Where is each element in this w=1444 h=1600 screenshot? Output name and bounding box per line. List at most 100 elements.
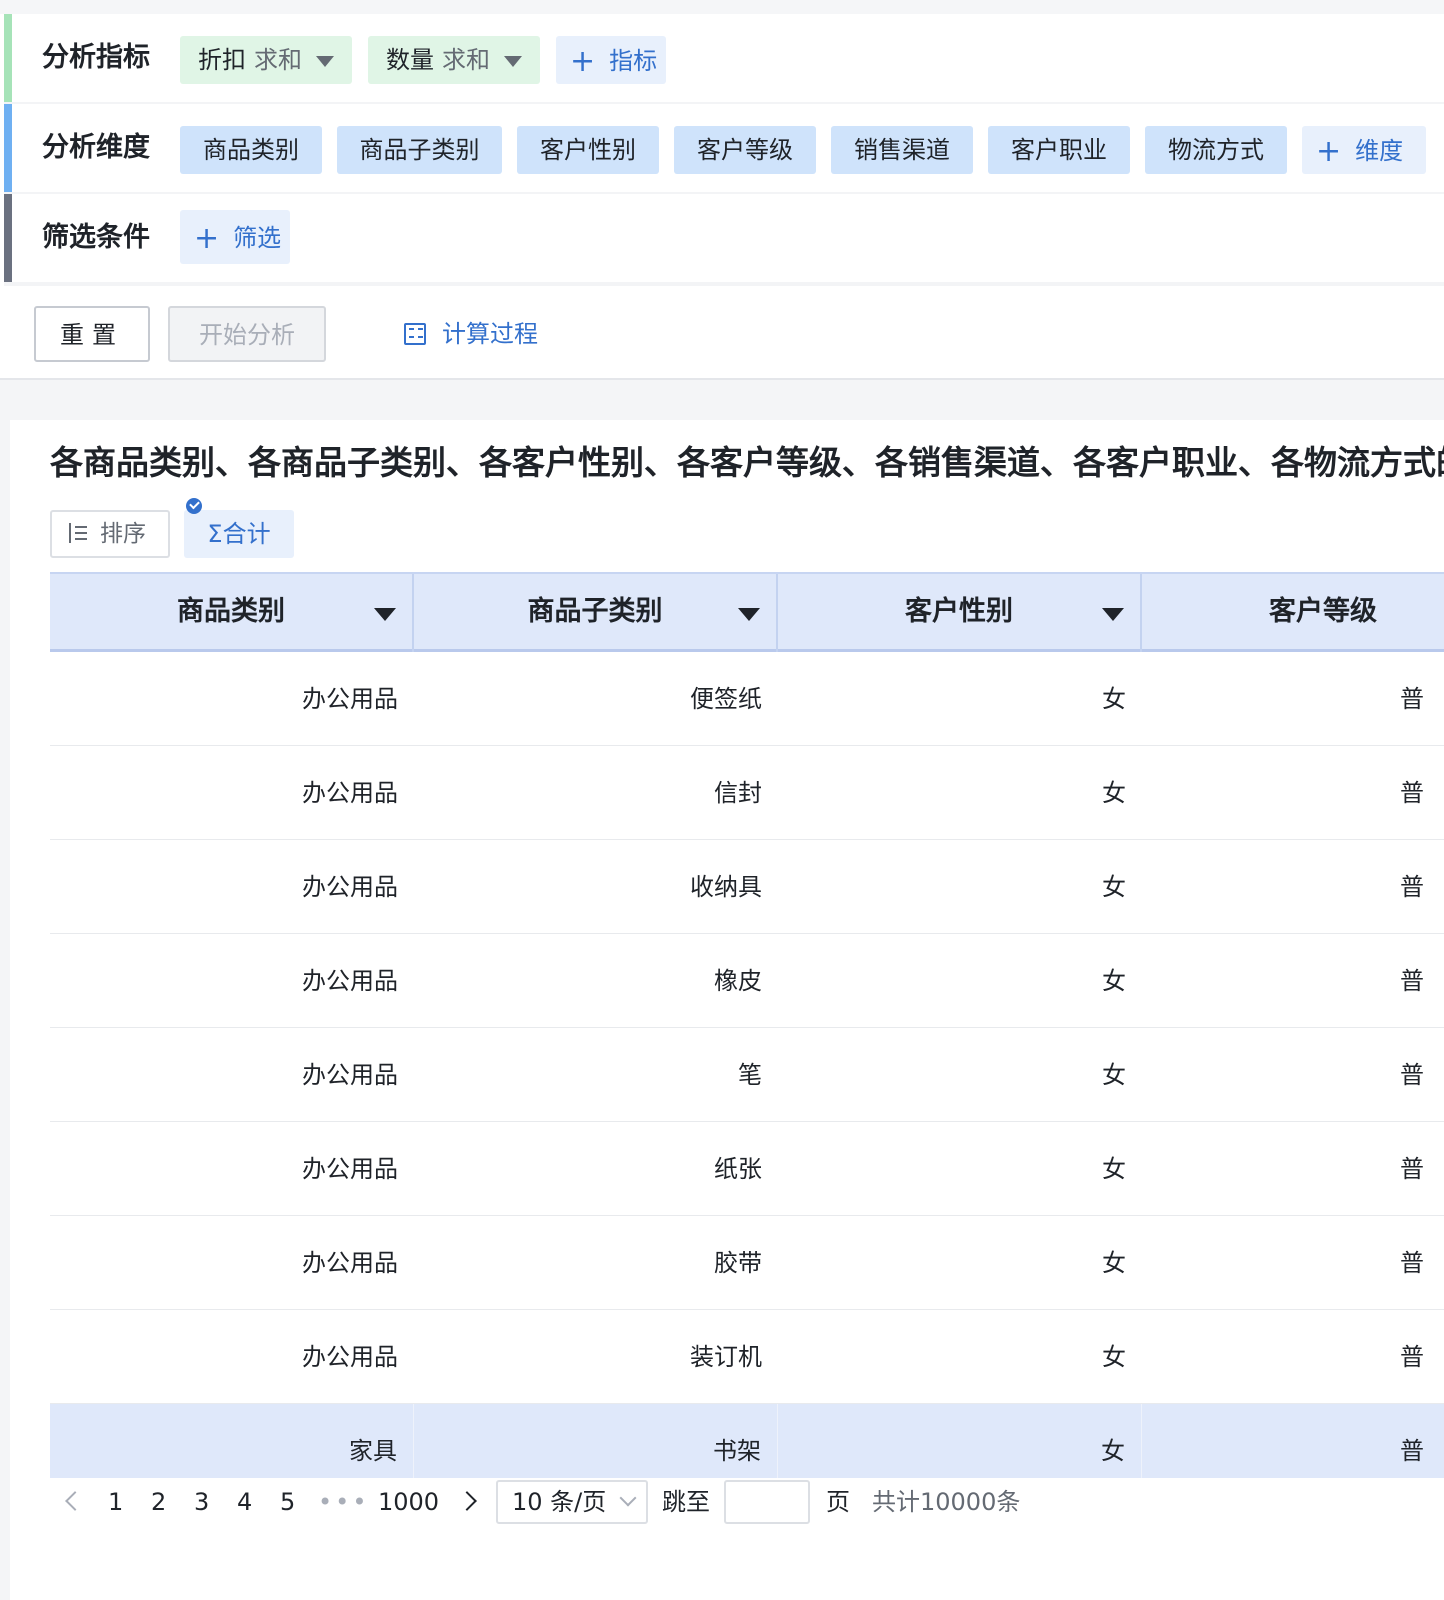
- table-row[interactable]: 家具 书架女 普: [50, 1404, 1444, 1478]
- panel-divider: [0, 378, 1444, 380]
- table-cell: 笔: [738, 1061, 762, 1089]
- total-label: Σ合计: [207, 520, 271, 548]
- dimension-chip[interactable]: 客户性别: [517, 126, 659, 174]
- sort-icon: [66, 523, 88, 543]
- start-analysis-button[interactable]: 开始分析: [168, 306, 326, 362]
- table-cell: 普: [1400, 967, 1424, 995]
- table-cell: 女: [1102, 967, 1126, 995]
- plus-icon: +: [1316, 134, 1342, 169]
- table-cell: 书架: [414, 1404, 778, 1478]
- add-dimension-button[interactable]: + 维度: [1302, 126, 1426, 174]
- top-strip: [0, 0, 1444, 14]
- page-number[interactable]: 4: [237, 1480, 252, 1524]
- check-icon: [186, 498, 202, 514]
- table-cell: 女: [1102, 779, 1126, 807]
- sort-label: 排序: [100, 521, 146, 547]
- table-row[interactable]: 办公用品 信封 女 普: [50, 746, 1444, 840]
- calculation-process-link[interactable]: 计算过程: [404, 306, 538, 362]
- table-cell: 纸张: [714, 1155, 762, 1183]
- dimension-chip[interactable]: 物流方式: [1145, 126, 1287, 174]
- table-cell: 女: [778, 1404, 1142, 1478]
- filters-row: 筛选条件 + 筛选: [4, 194, 1444, 282]
- table-row[interactable]: 办公用品 橡皮 女 普: [50, 934, 1444, 1028]
- page-ellipsis[interactable]: •••: [318, 1480, 369, 1524]
- dimension-chip[interactable]: 销售渠道: [831, 126, 973, 174]
- table-cell: 办公用品: [302, 1343, 398, 1371]
- table-cell: 普: [1400, 1404, 1444, 1478]
- column-header[interactable]: 客户性别: [778, 574, 1142, 652]
- metric-chip-discount[interactable]: 折扣 求和: [180, 36, 352, 84]
- page-number-last[interactable]: 1000: [378, 1480, 439, 1524]
- caret-down-icon[interactable]: [504, 56, 522, 67]
- table-cell: 办公用品: [302, 1061, 398, 1089]
- metrics-row: 分析指标 折扣 求和 数量 求和 + 指标: [4, 14, 1444, 102]
- plus-icon: +: [194, 221, 220, 256]
- column-header[interactable]: 商品类别: [50, 574, 414, 652]
- table-header: 商品类别 商品子类别 客户性别 客户等级: [50, 572, 1444, 652]
- caret-down-icon[interactable]: [316, 56, 334, 67]
- metric-name: 折扣: [198, 46, 246, 74]
- metric-aggregation: 求和: [442, 46, 490, 74]
- table-row[interactable]: 办公用品 收纳具 女 普: [50, 840, 1444, 934]
- column-header-label: 客户等级: [1269, 596, 1377, 627]
- chevron-down-icon: [619, 1489, 637, 1507]
- table-row[interactable]: 办公用品 胶带 女 普: [50, 1216, 1444, 1310]
- analysis-config-panel: 分析指标 折扣 求和 数量 求和 + 指标 分析维度 商品类别 商品子类别 客户性别 …: [0, 0, 1444, 380]
- column-header[interactable]: 商品子类别: [414, 574, 778, 652]
- table-cell: 女: [1102, 873, 1126, 901]
- total-toggle-button[interactable]: Σ合计: [184, 498, 294, 558]
- chevron-left-icon[interactable]: [65, 1491, 85, 1511]
- table-cell: 信封: [714, 779, 762, 807]
- caret-down-icon[interactable]: [374, 608, 396, 621]
- chevron-right-icon[interactable]: [457, 1491, 477, 1511]
- table-row[interactable]: 办公用品 装订机 女 普: [50, 1310, 1444, 1404]
- filters-accent-bar: [4, 194, 12, 282]
- sort-button[interactable]: 排序: [50, 510, 170, 558]
- column-header[interactable]: 客户等级: [1142, 574, 1444, 652]
- calculation-process-label: 计算过程: [442, 320, 538, 348]
- table-cell: 女: [1102, 1343, 1126, 1371]
- table-row[interactable]: 办公用品 便签纸 女 普: [50, 652, 1444, 746]
- table-cell: 普: [1400, 1061, 1424, 1089]
- page-number[interactable]: 5: [280, 1480, 295, 1524]
- table-row[interactable]: 办公用品 纸张 女 普: [50, 1122, 1444, 1216]
- table-row[interactable]: 办公用品 笔 女 普: [50, 1028, 1444, 1122]
- column-header-label: 商品子类别: [527, 596, 663, 627]
- column-header-label: 商品类别: [177, 596, 285, 627]
- page-number[interactable]: 1: [108, 1480, 123, 1524]
- add-metric-label: 指标: [609, 47, 658, 75]
- dimensions-row: 分析维度 商品类别 商品子类别 客户性别 客户等级 销售渠道 客户职业 物流方式…: [4, 104, 1444, 192]
- dimension-chip[interactable]: 客户等级: [674, 126, 816, 174]
- table-cell: 女: [1102, 1155, 1126, 1183]
- metric-aggregation: 求和: [254, 46, 302, 74]
- table-cell: 普: [1400, 1343, 1424, 1371]
- table-cell: 普: [1400, 779, 1424, 807]
- table-cell: 办公用品: [302, 967, 398, 995]
- dimension-chip[interactable]: 商品子类别: [337, 126, 502, 174]
- jump-page-input[interactable]: [724, 1480, 810, 1524]
- dimensions-accent-bar: [4, 104, 12, 192]
- table-cell: 普: [1400, 873, 1424, 901]
- table-cell: 办公用品: [302, 1155, 398, 1183]
- table-cell: 普: [1400, 1155, 1424, 1183]
- table-cell: 办公用品: [302, 779, 398, 807]
- table-cell: 普: [1400, 1249, 1424, 1277]
- add-metric-button[interactable]: + 指标: [556, 36, 666, 84]
- table-cell: 普: [1400, 685, 1424, 713]
- page-size-select[interactable]: 10 条/页: [496, 1480, 648, 1524]
- table-cell: 办公用品: [302, 873, 398, 901]
- dimension-chip[interactable]: 客户职业: [988, 126, 1130, 174]
- reset-button[interactable]: 重置: [34, 306, 150, 362]
- add-filter-button[interactable]: + 筛选: [180, 210, 290, 264]
- metrics-accent-bar: [4, 14, 12, 102]
- page-number[interactable]: 2: [151, 1480, 166, 1524]
- caret-down-icon[interactable]: [738, 608, 760, 621]
- dimension-chip[interactable]: 商品类别: [180, 126, 322, 174]
- table-cell: 办公用品: [302, 1249, 398, 1277]
- page-size-value: 10 条/页: [512, 1488, 607, 1516]
- column-header-label: 客户性别: [905, 596, 1013, 627]
- page-number[interactable]: 3: [194, 1480, 209, 1524]
- caret-down-icon[interactable]: [1102, 608, 1124, 621]
- metric-chip-quantity[interactable]: 数量 求和: [368, 36, 540, 84]
- table-cell: 女: [1102, 685, 1126, 713]
